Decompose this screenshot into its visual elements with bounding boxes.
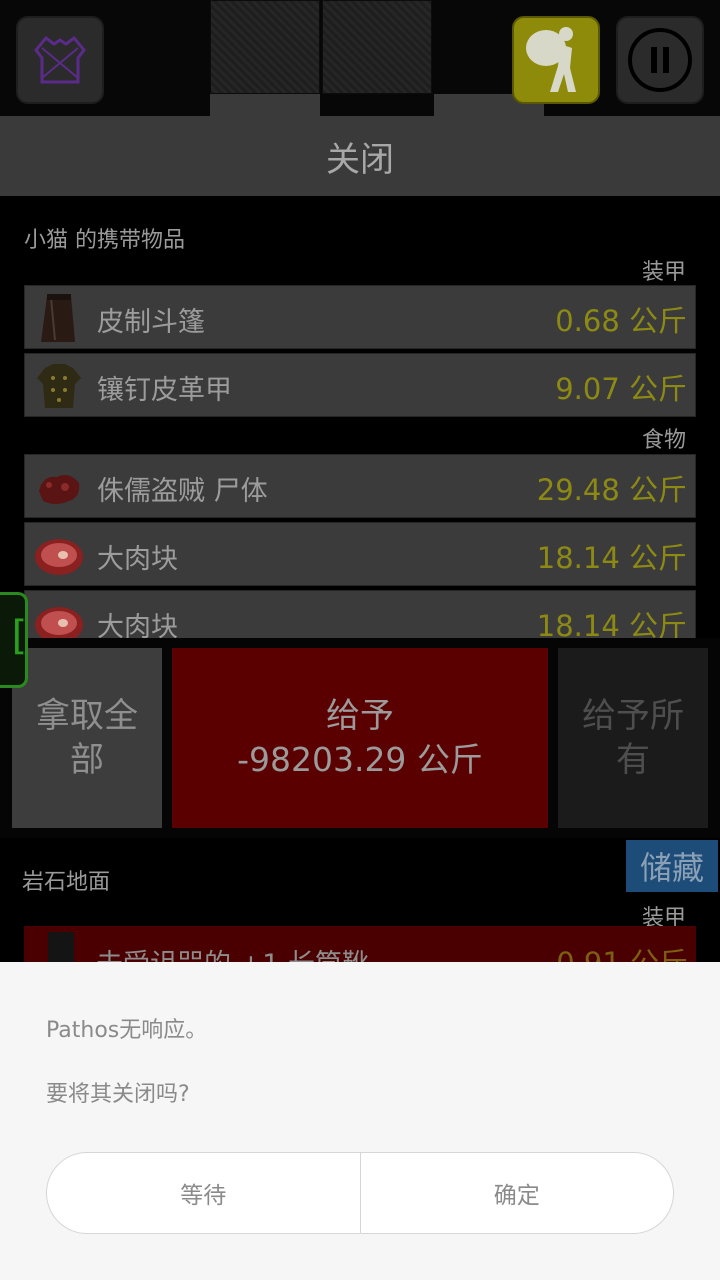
map-tile-strip [210, 94, 320, 116]
map-tile [210, 0, 320, 94]
action-bar: 拿取全部 给予 -98203.29 公斤 给予所有 [0, 638, 720, 838]
item-weight: 0.68 公斤 [555, 304, 687, 338]
backpack-button[interactable] [512, 16, 600, 104]
map-tile [322, 0, 432, 94]
item-name: 镶钉皮革甲 [97, 375, 232, 406]
meat-icon [35, 607, 83, 638]
give-button[interactable]: 给予 -98203.29 公斤 [172, 648, 548, 828]
item-name: 未受诅咒的 +1 长筒靴 [96, 942, 369, 962]
item-weight: 18.14 公斤 [536, 609, 687, 638]
close-button[interactable]: 关闭 [0, 116, 720, 196]
cloak-icon [41, 294, 75, 342]
armor-outline-icon [34, 35, 86, 84]
give-all-button[interactable]: 给予所有 [558, 648, 708, 828]
dialog-message: Pathos无响应。 [46, 1018, 208, 1043]
item-weight: 0.91 公斤 [556, 940, 688, 962]
inventory-panel[interactable]: 小猫 的携带物品 装甲 皮制斗篷 0.68 公斤 镶钉皮革甲 9.07 公斤 食… [0, 196, 720, 638]
character-button[interactable] [16, 16, 104, 104]
boots-icon [48, 932, 74, 962]
backpack-icon [526, 27, 576, 92]
inventory-item[interactable]: 大肉块 18.14 公斤 [24, 522, 696, 586]
not-responding-dialog: Pathos无响应。 要将其关闭吗? 等待 确定 [0, 962, 720, 1280]
top-bar [0, 0, 720, 116]
pause-icon [628, 28, 692, 92]
bracket-icon: [ [6, 613, 31, 659]
category-header: 装甲 [641, 260, 686, 285]
close-button-label: 关闭 [326, 139, 394, 180]
item-weight: 29.48 公斤 [536, 473, 687, 507]
item-name: 大肉块 [97, 612, 178, 638]
ground-panel[interactable]: 岩石地面 储藏 装甲 未受诅咒的 +1 长筒靴 0.91 公斤 [0, 838, 720, 962]
inventory-item[interactable]: 皮制斗篷 0.68 公斤 [24, 285, 696, 349]
meat-icon [35, 539, 83, 575]
inventory-item[interactable]: 侏儒盗贼 尸体 29.48 公斤 [24, 454, 696, 518]
dialog-question: 要将其关闭吗? [46, 1082, 190, 1107]
pause-button[interactable] [616, 16, 704, 104]
dialog-button-group: 等待 确定 [46, 1152, 674, 1234]
item-name: 皮制斗篷 [97, 307, 205, 338]
ground-item[interactable]: 未受诅咒的 +1 长筒靴 0.91 公斤 [24, 926, 696, 962]
inventory-item[interactable]: 镶钉皮革甲 9.07 公斤 [24, 353, 696, 417]
ok-button[interactable]: 确定 [359, 1153, 674, 1233]
give-button-label: 给予 [326, 696, 394, 736]
stash-button[interactable]: 储藏 [626, 840, 718, 892]
corpse-icon [39, 475, 80, 504]
side-panel-handle[interactable]: [ [0, 592, 31, 688]
ground-title: 岩石地面 [22, 870, 111, 895]
item-name: 侏儒盗贼 尸体 [97, 476, 268, 507]
take-all-button[interactable]: 拿取全部 [12, 648, 162, 828]
wait-button[interactable]: 等待 [47, 1153, 360, 1233]
item-weight: 9.07 公斤 [555, 372, 687, 406]
inventory-item[interactable]: 大肉块 18.14 公斤 [24, 590, 696, 638]
category-header: 食物 [641, 428, 686, 453]
item-weight: 18.14 公斤 [536, 541, 687, 575]
inventory-title: 小猫 的携带物品 [24, 228, 185, 253]
item-name: 大肉块 [97, 544, 178, 575]
armor-icon [37, 364, 81, 408]
give-weight: -98203.29 公斤 [237, 740, 483, 779]
